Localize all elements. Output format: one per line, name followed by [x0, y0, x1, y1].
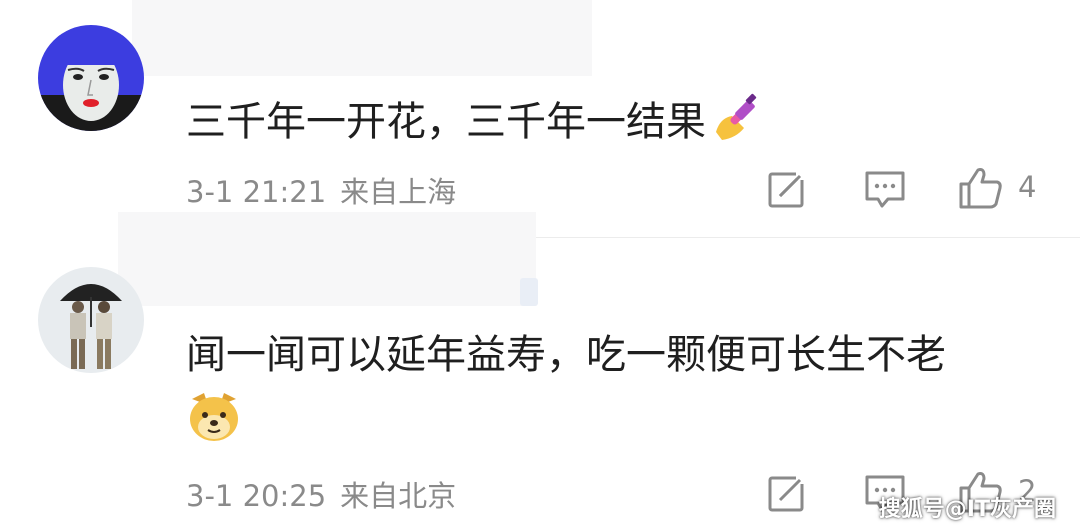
edit-icon	[768, 170, 806, 208]
comment-meta: 3-1 21:21 来自上海	[186, 169, 456, 211]
thumbs-up-icon	[959, 168, 1002, 209]
comment-item: 三千年一开花，三千年一结果 3-1 21:21 来自上海 4	[0, 0, 1080, 238]
comment-text: 闻一闻可以延年益寿，吃一颗便可长生不老	[186, 332, 946, 378]
username-redacted	[132, 0, 592, 76]
badge-icon	[520, 278, 538, 306]
comment-item: 闻一闻可以延年益寿，吃一颗便可长生不老 3-1 20:25 来自北京 2	[0, 212, 1080, 531]
nail-polish-emoji	[710, 92, 762, 156]
comment-location: 来自北京	[340, 479, 457, 513]
like-count: 4	[1018, 170, 1037, 204]
comment-time: 3-1 20:25	[186, 479, 327, 513]
avatar[interactable]	[38, 25, 144, 131]
avatar[interactable]	[38, 267, 144, 373]
comment-time: 3-1 21:21	[186, 175, 327, 209]
comment-text: 三千年一开花，三千年一结果	[186, 92, 762, 156]
comment-meta: 3-1 20:25 来自北京	[186, 473, 456, 515]
reply-button[interactable]	[864, 168, 906, 210]
username-redacted	[118, 212, 536, 306]
comment-icon	[865, 171, 905, 208]
edit-button[interactable]	[766, 168, 808, 210]
watermark: 搜狐号@IT灰产圈	[878, 497, 1056, 522]
comment-location: 来自上海	[340, 175, 457, 209]
like-button[interactable]: 4	[958, 168, 1068, 210]
doge-emoji	[186, 389, 242, 449]
edit-button[interactable]	[766, 472, 808, 514]
edit-icon	[768, 474, 806, 512]
comment-actions: 4	[766, 168, 1076, 210]
